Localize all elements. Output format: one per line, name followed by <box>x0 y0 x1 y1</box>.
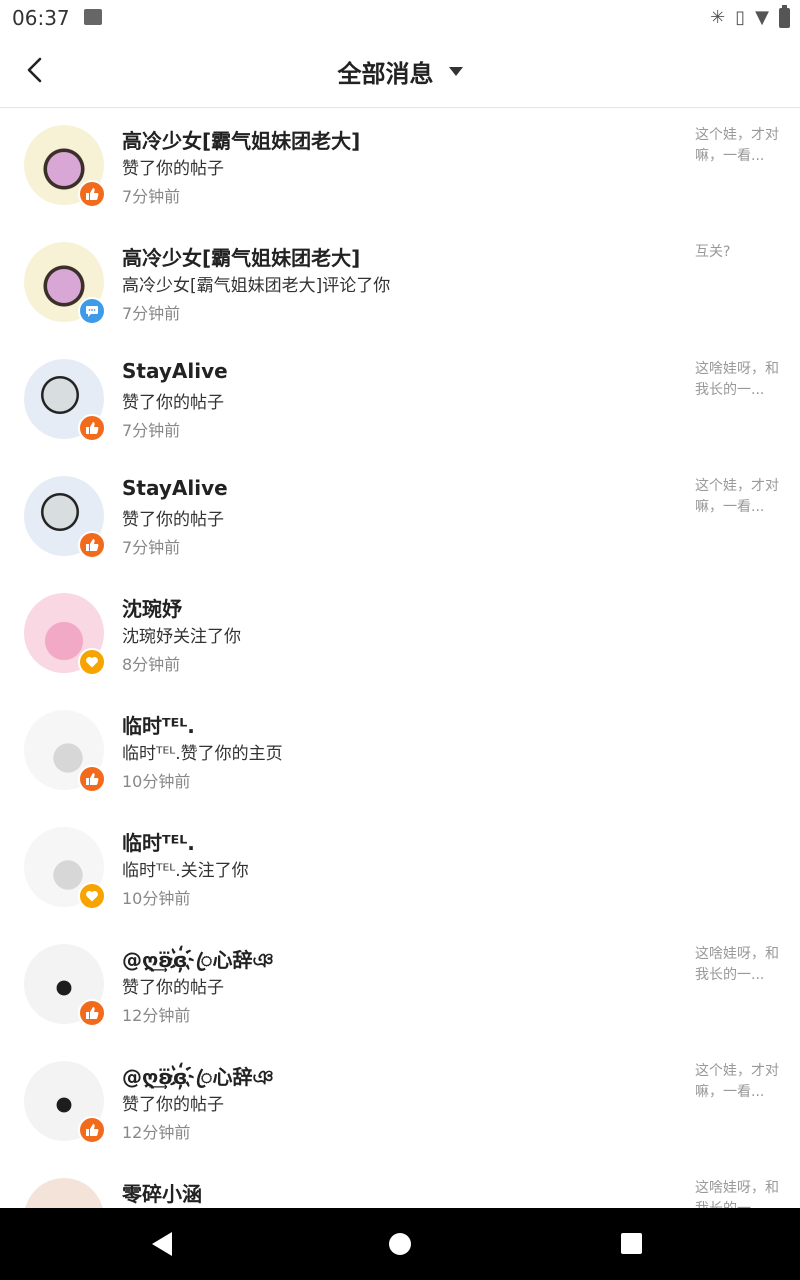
sender-name: 零碎小涵 <box>122 1182 202 1206</box>
page-title: 全部消息 <box>337 60 434 88</box>
sender-name: 沈琬妤 <box>122 597 182 621</box>
nav-recents-button[interactable] <box>621 1233 642 1254</box>
post-excerpt: 这啥娃呀，和我长的一... <box>695 361 779 398</box>
thumbs-up-icon <box>78 999 106 1027</box>
navigation-bar <box>0 1208 800 1280</box>
message-item[interactable]: 临时ᵀᴱᴸ. 临时ᵀᴱᴸ.关注了你 10分钟前 <box>0 810 800 927</box>
sender-name: 临时ᵀᴱᴸ. <box>122 831 195 855</box>
timestamp: 12分钟前 <box>122 1123 191 1142</box>
message-item[interactable]: @ღ͢ʚ⃛ɞ҉ꦿ心辞ঞ 赞了你的帖子 12分钟前 这个娃，才对嘛，一看... <box>0 1044 800 1161</box>
post-excerpt: 这个娃，才对嘛，一看... <box>695 478 779 515</box>
thumbs-up-icon <box>78 531 106 559</box>
sender-name: StayAlive <box>122 476 228 500</box>
heart-icon <box>78 648 106 676</box>
action-text: 沈琬妤关注了你 <box>122 627 241 647</box>
nav-back-button[interactable] <box>152 1232 172 1256</box>
header: 全部消息 <box>0 36 800 108</box>
thumbs-up-icon <box>78 180 106 208</box>
timestamp: 7分钟前 <box>122 187 181 206</box>
message-item[interactable]: 临时ᵀᴱᴸ. 临时ᵀᴱᴸ.赞了你的主页 10分钟前 <box>0 693 800 810</box>
message-item[interactable]: 沈琬妤沈琬妤关注了你 8分钟前 <box>0 576 800 693</box>
timestamp: 12分钟前 <box>122 1006 191 1025</box>
post-excerpt: 这个娃，才对嘛，一看... <box>695 1063 779 1100</box>
avatar[interactable] <box>24 1178 104 1208</box>
timestamp: 10分钟前 <box>122 772 191 791</box>
action-text: 赞了你的帖子 <box>122 1095 224 1115</box>
post-excerpt: 这啥娃呀，和我长的一... <box>695 946 779 983</box>
sender-name: StayAlive <box>122 359 228 383</box>
action-text: 临时ᵀᴱᴸ.赞了你的主页 <box>122 744 283 764</box>
title-dropdown[interactable]: 全部消息 <box>0 54 800 89</box>
bluetooth-icon: ✳ <box>710 7 726 28</box>
action-text: 赞了你的帖子 <box>122 978 224 998</box>
status-time: 06:37 <box>12 6 70 30</box>
post-excerpt: 这啥娃呀，和我长的一... <box>695 1180 779 1208</box>
status-icons: ✳ ▯ ▼ <box>710 4 790 28</box>
sender-name: 高冷少女[霸气姐妹团老大] <box>122 246 361 270</box>
timestamp: 7分钟前 <box>122 421 181 440</box>
message-item[interactable]: 高冷少女[霸气姐妹团老大] 赞了你的帖子 7分钟前 这个娃，才对嘛，一看... <box>0 108 800 225</box>
action-text: 高冷少女[霸气姐妹团老大]评论了你 <box>122 276 391 296</box>
battery-icon <box>779 4 790 28</box>
thumbs-up-icon <box>78 1116 106 1144</box>
sender-name: 高冷少女[霸气姐妹团老大] <box>122 129 361 153</box>
heart-icon <box>78 882 106 910</box>
timestamp: 10分钟前 <box>122 889 191 908</box>
timestamp: 7分钟前 <box>122 304 181 323</box>
sender-name: 临时ᵀᴱᴸ. <box>122 714 195 738</box>
gallery-notification-icon <box>84 9 102 25</box>
action-text: 赞了你的帖子 <box>122 393 224 413</box>
post-excerpt: 互关? <box>695 244 731 260</box>
thumbs-up-icon <box>78 765 106 793</box>
message-list[interactable]: 高冷少女[霸气姐妹团老大] 赞了你的帖子 7分钟前 这个娃，才对嘛，一看... 高冷少女… <box>0 108 800 1208</box>
nav-home-button[interactable] <box>389 1233 411 1255</box>
chat-bubble-icon <box>78 297 106 325</box>
post-excerpt: 这个娃，才对嘛，一看... <box>695 127 779 164</box>
message-item[interactable]: 零碎小涵 这啥娃呀，和我长的一... <box>0 1161 800 1208</box>
thumbs-up-icon <box>78 414 106 442</box>
status-bar: 06:37 ✳ ▯ ▼ <box>0 0 800 36</box>
action-text: 赞了你的帖子 <box>122 159 224 179</box>
wifi-icon: ▼ <box>755 7 769 28</box>
caret-down-icon <box>448 67 463 76</box>
message-item[interactable]: 高冷少女[霸气姐妹团老大] 高冷少女[霸气姐妹团老大]评论了你 7分钟前 互关? <box>0 225 800 342</box>
message-item[interactable]: StayAlive 赞了你的帖子 7分钟前 这啥娃呀，和我长的一... <box>0 342 800 459</box>
vibrate-icon: ▯ <box>735 7 746 28</box>
message-item[interactable]: @ღ͢ʚ⃛ɞ҉ꦿ心辞ঞ 赞了你的帖子 12分钟前 这啥娃呀，和我长的一... <box>0 927 800 1044</box>
timestamp: 7分钟前 <box>122 538 181 557</box>
message-item[interactable]: StayAlive 赞了你的帖子 7分钟前 这个娃，才对嘛，一看... <box>0 459 800 576</box>
timestamp: 8分钟前 <box>122 655 181 674</box>
action-text: 临时ᵀᴱᴸ.关注了你 <box>122 861 249 881</box>
action-text: 赞了你的帖子 <box>122 510 224 530</box>
